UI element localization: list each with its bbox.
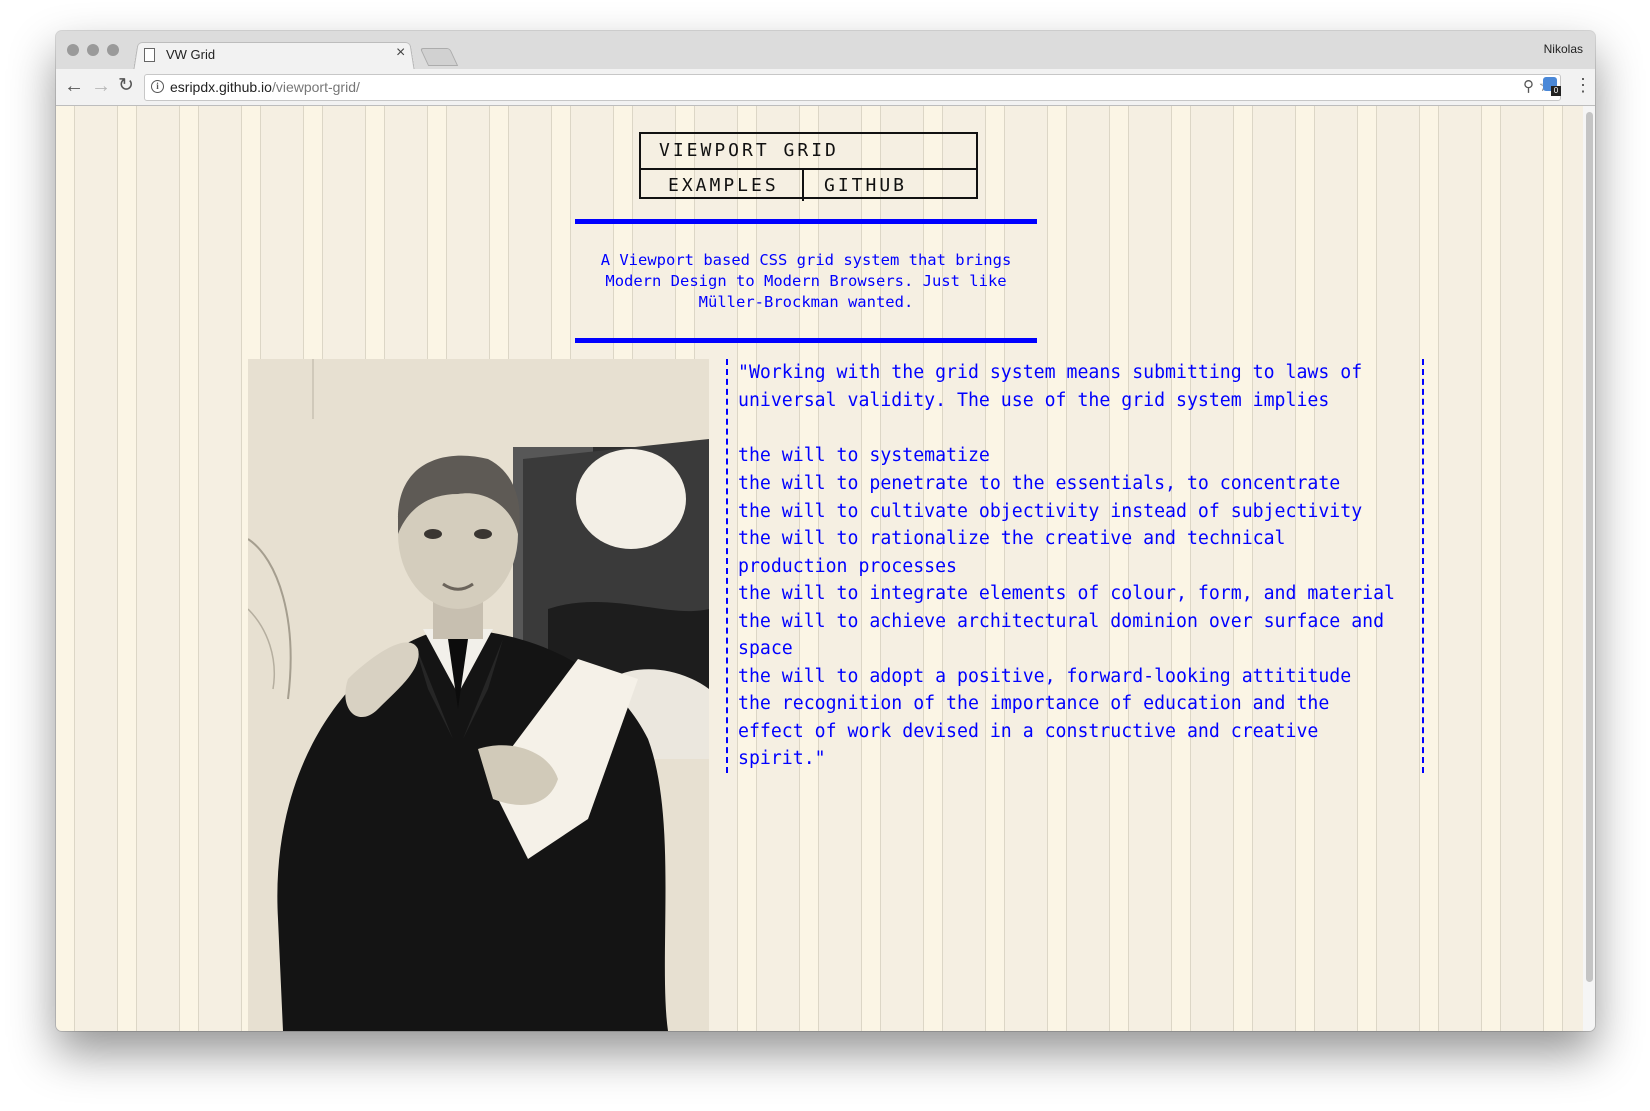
- menu-icon[interactable]: ⋮: [1574, 74, 1592, 96]
- quote-line: the will to penetrate to the essentials,…: [738, 473, 1341, 494]
- tab-title: VW Grid: [166, 47, 216, 62]
- extension-badge: 0: [1551, 86, 1561, 96]
- portrait-photo: [248, 359, 709, 1031]
- profile-name[interactable]: Nikolas: [1544, 42, 1583, 56]
- browser-window: VW Grid × Nikolas ← → ↻ i esripdx.github…: [56, 31, 1595, 1031]
- quote-line: production processes: [738, 555, 957, 577]
- quote-line: the will to systematize: [738, 445, 990, 466]
- grid-column-line: [1438, 106, 1439, 1031]
- tagline-line: A Viewport based CSS grid system that br…: [600, 251, 1012, 269]
- quote-line: the will to rationalize the creative and…: [738, 528, 1286, 549]
- quote-line: the will to adopt a positive, forward-lo…: [738, 665, 1352, 687]
- url-path: /viewport-grid/: [271, 79, 360, 95]
- grid-column-line: [1481, 106, 1482, 1031]
- grid-column-line: [74, 106, 75, 1031]
- back-arrow-icon[interactable]: ←: [64, 74, 84, 98]
- new-tab-button[interactable]: [419, 48, 459, 66]
- divider-rule: [575, 219, 1037, 224]
- grid-column-line: [1500, 106, 1501, 1031]
- nav-link-examples[interactable]: EXAMPLES: [668, 175, 779, 196]
- quote-line: effect of work devised in a constructive…: [738, 720, 1319, 742]
- zoom-window-button[interactable]: [107, 44, 119, 56]
- quote-line: "Working with the grid system means subm…: [738, 362, 1363, 383]
- vertical-scrollbar[interactable]: [1583, 106, 1595, 1031]
- reload-icon[interactable]: ↻: [118, 74, 134, 98]
- site-header: VIEWPORT GRID EXAMPLES GITHUB: [639, 132, 978, 201]
- divider-rule: [575, 338, 1037, 343]
- url-host: esripdx.github.io: [170, 79, 272, 95]
- zoom-icon[interactable]: ⚲: [1523, 77, 1534, 95]
- grid-column-line: [179, 106, 180, 1031]
- nav-link-github[interactable]: GITHUB: [824, 175, 907, 196]
- portrait-illustration: [248, 359, 709, 1031]
- grid-column-line: [241, 106, 242, 1031]
- nav-divider: [802, 170, 804, 201]
- site-nav: EXAMPLES GITHUB: [641, 168, 976, 201]
- quote-line: the will to cultivate objectivity instea…: [738, 500, 1363, 522]
- close-window-button[interactable]: [67, 44, 79, 56]
- tab-vw-grid[interactable]: VW Grid ×: [144, 42, 405, 70]
- forward-arrow-icon[interactable]: →: [91, 74, 111, 98]
- site-title[interactable]: VIEWPORT GRID: [659, 140, 839, 161]
- quote-line: the recognition of the importance of edu…: [738, 693, 1330, 714]
- scrollbar-thumb[interactable]: [1586, 112, 1593, 982]
- file-icon: [144, 48, 155, 62]
- info-icon[interactable]: i: [151, 80, 164, 93]
- address-bar[interactable]: i esripdx.github.io/viewport-grid/ ⚲ ☆: [144, 74, 1561, 101]
- tagline: A Viewport based CSS grid system that br…: [575, 250, 1037, 313]
- quote-block: "Working with the grid system means subm…: [726, 359, 1424, 773]
- tagline-line: Modern Design to Modern Browsers. Just l…: [605, 272, 1007, 290]
- grid-column-line: [117, 106, 118, 1031]
- url-text[interactable]: esripdx.github.io/viewport-grid/: [170, 79, 360, 95]
- browser-toolbar: ← → ↻ i esripdx.github.io/viewport-grid/…: [56, 69, 1595, 106]
- tagline-line: Müller-Brockman wanted.: [698, 293, 914, 311]
- grid-column-line: [1562, 106, 1563, 1031]
- quote-line: the will to achieve architectural domini…: [738, 610, 1385, 632]
- quote-line: spirit.": [738, 748, 826, 769]
- grid-column-line: [1543, 106, 1544, 1031]
- quote-line: the will to integrate elements of colour…: [738, 583, 1395, 604]
- tab-strip: VW Grid × Nikolas: [56, 31, 1595, 72]
- grid-column-line: [136, 106, 137, 1031]
- quote-line: space: [738, 638, 793, 659]
- page-viewport: VIEWPORT GRID EXAMPLES GITHUB A Viewport…: [56, 106, 1583, 1031]
- close-icon[interactable]: ×: [396, 44, 405, 62]
- grid-column-line: [198, 106, 199, 1031]
- quote-line: universal validity. The use of the grid …: [738, 389, 1330, 411]
- minimize-window-button[interactable]: [87, 44, 99, 56]
